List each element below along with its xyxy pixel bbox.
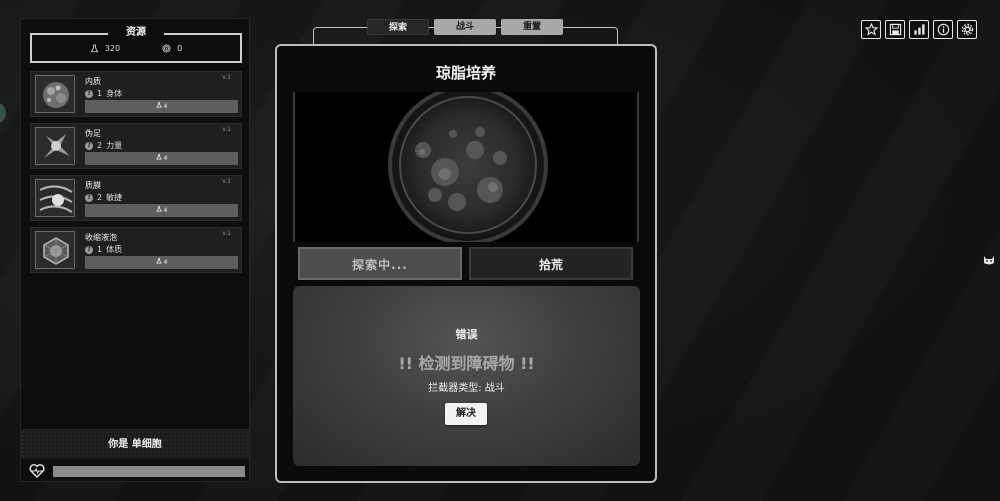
flask-count: 320 — [104, 44, 121, 53]
trait-name: 质膜 — [85, 181, 101, 190]
stat-name: 体质 — [106, 245, 123, 254]
trait-stat: ? 2 敏捷 — [85, 192, 122, 203]
resources-box: 资源 320 0 — [30, 27, 242, 63]
spiral-count: 0 — [177, 44, 183, 53]
resource-spiral: 0 — [162, 44, 182, 53]
info-icon[interactable] — [933, 20, 953, 39]
settings-icon[interactable] — [957, 20, 977, 39]
trait-name: 收缩液泡 — [85, 233, 117, 242]
health-bar-fill — [53, 465, 245, 477]
resolve-button[interactable]: 解决 — [445, 403, 487, 425]
stat-name: 身体 — [106, 89, 123, 98]
blocker-type: 拦截器类型: 战斗 — [428, 383, 505, 394]
save-icon[interactable] — [885, 20, 905, 39]
explore-button[interactable]: 探索中... — [298, 247, 462, 280]
flask-icon — [155, 154, 162, 160]
trait-name: 伪足 — [85, 129, 101, 138]
resource-flask: 320 — [90, 44, 120, 53]
top-toolbar — [861, 20, 977, 39]
help-icon[interactable]: ? — [85, 89, 93, 98]
star-icon[interactable] — [861, 20, 881, 39]
tab-explore[interactable]: 探索 — [367, 19, 429, 35]
upgrade-cost: 4 — [163, 155, 168, 162]
stat-name: 敏捷 — [106, 193, 123, 202]
trait-level: v.1 — [222, 230, 231, 237]
health-bar — [53, 465, 245, 477]
flask-icon — [155, 258, 162, 264]
trait-level: v.1 — [222, 178, 231, 185]
trait-thumbnail — [35, 179, 75, 217]
cat-icon[interactable] — [982, 252, 996, 266]
trait-name: 内质 — [85, 77, 101, 86]
help-icon[interactable]: ? — [85, 193, 93, 202]
resources-row: 320 0 — [32, 44, 240, 53]
resources-title: 资源 — [126, 27, 146, 38]
trait-card[interactable]: 内质 v.1 ? 1 身体 4 — [30, 71, 242, 117]
trait-card[interactable]: 质膜 v.1 ? 2 敏捷 4 — [30, 175, 242, 221]
upgrade-button[interactable]: 4 — [85, 256, 238, 269]
upgrade-cost: 4 — [163, 207, 168, 214]
upgrade-cost: 4 — [163, 259, 168, 266]
stat-value: 1 — [97, 245, 103, 254]
upgrade-button[interactable]: 4 — [85, 152, 238, 165]
upgrade-button[interactable]: 4 — [85, 204, 238, 217]
identity-banner: 你是 单细胞 — [21, 429, 249, 459]
trait-card[interactable]: 收缩液泡 v.1 ? 1 体质 4 — [30, 227, 242, 273]
flask-icon — [155, 206, 162, 212]
help-icon[interactable]: ? — [85, 245, 93, 254]
trait-stat: ? 1 体质 — [85, 244, 122, 255]
error-title: 错误 — [455, 328, 478, 341]
identity-label: 你是 单细胞 — [108, 439, 162, 450]
error-message: !! 检测到障碍物 !! — [398, 354, 535, 373]
main-panel: 琼脂培养 探索中... 拾荒 错误 !! 检测到障碍物 !! 拦截器类型: 战斗… — [275, 44, 657, 483]
stats-icon[interactable] — [909, 20, 929, 39]
trait-stat: ? 1 身体 — [85, 88, 122, 99]
left-panel: 资源 320 0 内质 v.1 ? 1 身体 4 伪足 v.1 ? 2 力量 4… — [20, 18, 250, 482]
trait-level: v.1 — [222, 126, 231, 133]
tab-battle[interactable]: 战斗 — [434, 19, 496, 35]
scavenge-button[interactable]: 拾荒 — [469, 247, 633, 280]
health-row — [29, 463, 245, 479]
upgrade-button[interactable]: 4 — [85, 100, 238, 113]
trait-card[interactable]: 伪足 v.1 ? 2 力量 4 — [30, 123, 242, 169]
upgrade-cost: 4 — [163, 103, 168, 110]
help-icon[interactable]: ? — [85, 141, 93, 150]
petri-dish-viewer — [293, 85, 639, 245]
stat-value: 2 — [97, 193, 103, 202]
heart-pulse-icon — [29, 464, 45, 478]
stat-value: 2 — [97, 141, 103, 150]
spiral-icon — [162, 44, 171, 53]
flask-icon — [90, 44, 99, 53]
trait-thumbnail — [35, 231, 75, 269]
stat-name: 力量 — [106, 141, 123, 150]
page-title: 琼脂培养 — [435, 64, 496, 82]
trait-stat: ? 2 力量 — [85, 140, 122, 151]
trait-level: v.1 — [222, 74, 231, 81]
stat-value: 1 — [97, 89, 103, 98]
error-dialog: 错误 !! 检测到障碍物 !! 拦截器类型: 战斗 解决 — [293, 286, 640, 466]
tab-reset[interactable]: 重置 — [501, 19, 563, 35]
petri-dish-image — [388, 85, 548, 245]
side-handle[interactable] — [0, 102, 6, 124]
trait-thumbnail — [35, 75, 75, 113]
trait-thumbnail — [35, 127, 75, 165]
flask-icon — [155, 102, 162, 108]
